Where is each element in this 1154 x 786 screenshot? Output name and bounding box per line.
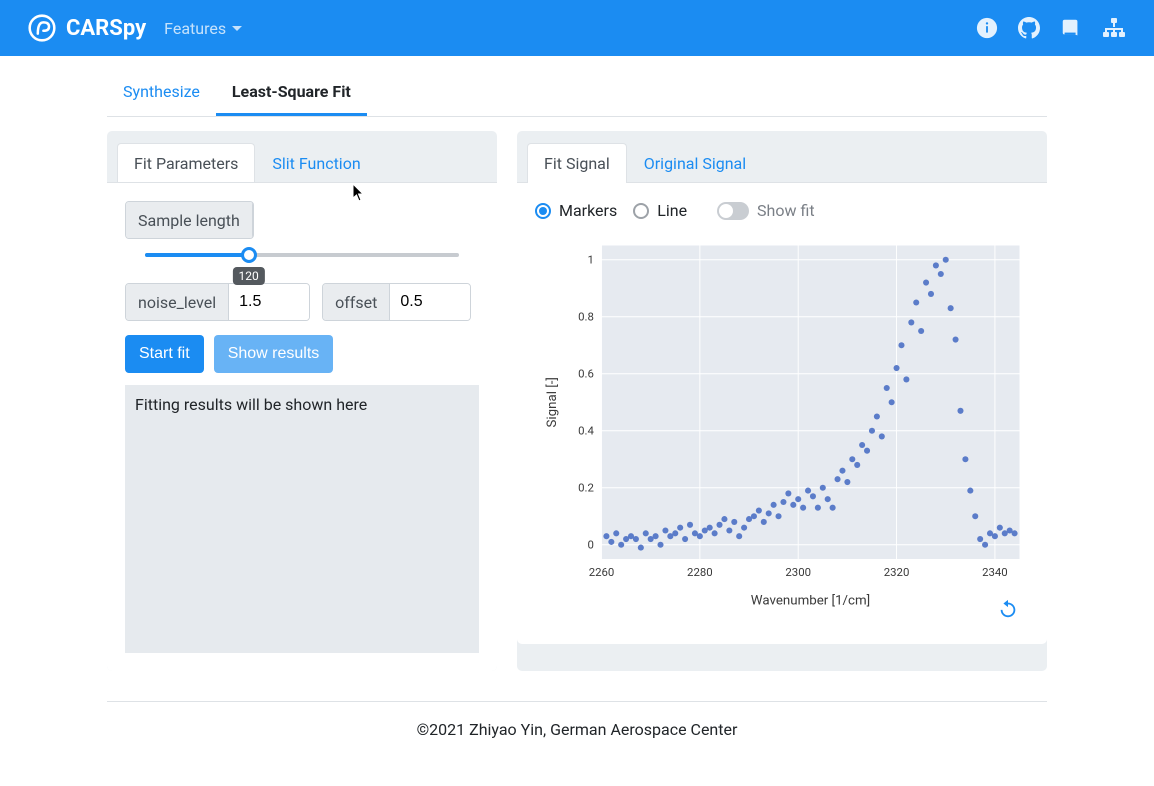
radio-line-label: Line [657, 201, 687, 220]
noise-level-group: noise_level [125, 283, 310, 321]
show-fit-switch[interactable]: Show fit [717, 201, 815, 220]
show-fit-label: Show fit [757, 201, 815, 220]
fit-params-panel: Fit Parameters Slit Function Sample leng… [107, 131, 497, 671]
start-fit-button[interactable]: Start fit [125, 335, 204, 373]
tab-fit-parameters[interactable]: Fit Parameters [117, 143, 255, 183]
tab-original-signal[interactable]: Original Signal [627, 143, 763, 183]
svg-text:2320: 2320 [884, 565, 910, 579]
slider-value-tooltip: 120 [232, 267, 264, 285]
structure-icon[interactable] [1102, 17, 1126, 39]
github-icon[interactable] [1018, 17, 1040, 39]
svg-text:0.4: 0.4 [578, 424, 594, 438]
svg-text:1: 1 [587, 253, 593, 267]
main-tabs: Synthesize Least-Square Fit [107, 72, 1047, 117]
svg-text:2300: 2300 [785, 565, 811, 579]
sample-length-slider[interactable]: 120 [145, 253, 459, 257]
noise-level-label: noise_level [126, 284, 229, 320]
footer: ©2021 Zhiyao Yin, German Aerospace Cente… [107, 701, 1047, 739]
radio-line[interactable]: Line [633, 201, 687, 220]
signal-chart[interactable]: 2260 2280 2300 2320 2340 0 0.2 0.4 0.6 0.8 1 Wavenu… [535, 226, 1029, 626]
sample-length-label: Sample length [126, 202, 253, 238]
features-label: Features [164, 19, 226, 38]
tab-synthesize[interactable]: Synthesize [107, 72, 216, 116]
offset-label: offset [323, 284, 390, 320]
navbar: CARSpy Features [0, 0, 1154, 56]
reset-zoom-icon[interactable] [997, 598, 1019, 624]
svg-text:2280: 2280 [687, 565, 713, 579]
logo-icon [28, 14, 56, 42]
svg-text:0.8: 0.8 [578, 310, 594, 324]
offset-group: offset [322, 283, 471, 321]
brand-text: CARSpy [66, 16, 146, 41]
tab-fit-signal[interactable]: Fit Signal [527, 143, 627, 183]
tab-lsq-fit[interactable]: Least-Square Fit [216, 72, 367, 116]
cursor-icon [352, 183, 366, 203]
svg-text:Signal [-]: Signal [-] [545, 377, 560, 427]
info-icon[interactable] [976, 17, 998, 39]
signal-panel: Fit Signal Original Signal Markers Line [517, 131, 1047, 671]
offset-input[interactable] [390, 284, 470, 320]
book-icon[interactable] [1060, 17, 1082, 39]
svg-text:0.6: 0.6 [578, 367, 594, 381]
radio-markers-label: Markers [559, 201, 617, 220]
noise-level-input[interactable] [229, 284, 309, 320]
radio-markers[interactable]: Markers [535, 201, 617, 220]
tab-slit-function[interactable]: Slit Function [255, 143, 377, 183]
results-box: Fitting results will be shown here [125, 385, 479, 653]
sample-length-group: Sample length [125, 201, 254, 239]
svg-text:2260: 2260 [589, 565, 615, 579]
svg-text:2340: 2340 [982, 565, 1008, 579]
features-dropdown[interactable]: Features [164, 19, 242, 38]
show-results-button[interactable]: Show results [214, 335, 334, 373]
brand[interactable]: CARSpy [28, 14, 146, 42]
svg-text:Wavenumber [1/cm]: Wavenumber [1/cm] [751, 594, 870, 609]
svg-text:0.2: 0.2 [578, 481, 594, 495]
svg-text:0: 0 [587, 538, 593, 552]
slider-thumb[interactable] [241, 247, 257, 263]
